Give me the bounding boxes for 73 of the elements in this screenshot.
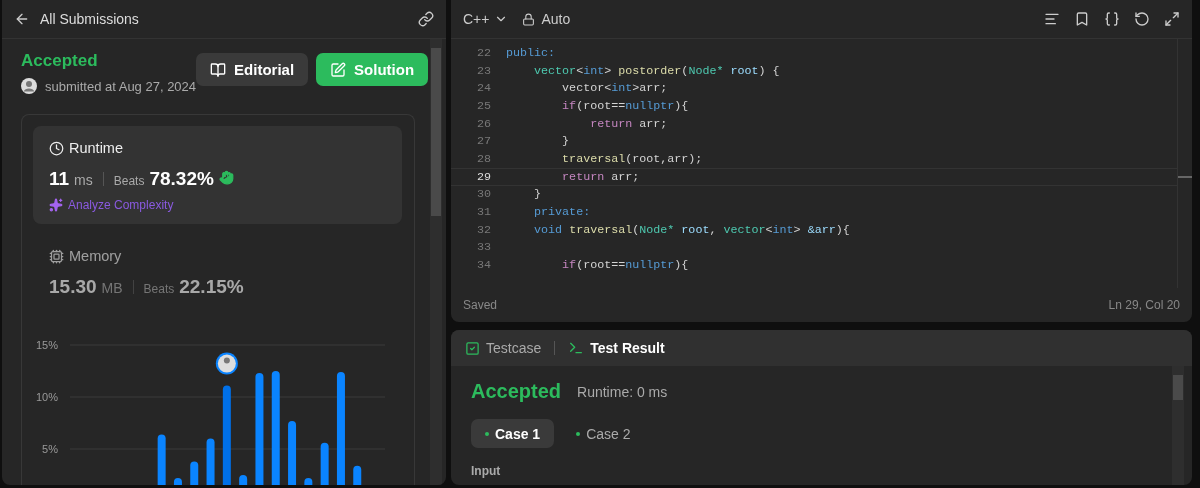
avatar bbox=[21, 78, 37, 94]
code-line: vector<int>arr; bbox=[561, 81, 668, 96]
case-tab[interactable]: Case 1 bbox=[471, 419, 555, 448]
line-number: 23 bbox=[475, 63, 492, 78]
code-line: return arr; bbox=[589, 116, 668, 131]
runtime-text: Runtime: 0 ms bbox=[577, 383, 668, 400]
beats-label: Beats bbox=[143, 282, 175, 296]
back-arrow-icon[interactable] bbox=[14, 11, 30, 27]
clap-icon bbox=[218, 170, 234, 185]
line-number: 30 bbox=[475, 187, 492, 202]
input-label: Input bbox=[471, 464, 502, 478]
submission-status: Accepted bbox=[21, 51, 99, 71]
code-line: } bbox=[533, 187, 542, 202]
code-line: vector<int> postorder(Node* root) { bbox=[533, 63, 780, 78]
code-line: private: bbox=[533, 205, 591, 220]
braces-icon[interactable] bbox=[1104, 11, 1120, 27]
book-icon bbox=[210, 61, 227, 78]
stat-title: Memory bbox=[69, 248, 122, 264]
stat-unit: MB bbox=[101, 280, 123, 296]
terminal-icon bbox=[568, 340, 585, 356]
scrollbar[interactable] bbox=[1172, 366, 1184, 485]
line-number: 32 bbox=[475, 222, 492, 237]
line-number: 29 bbox=[475, 169, 492, 184]
code-line: if(root==nullptr){ bbox=[561, 98, 689, 113]
format-icon[interactable] bbox=[1044, 11, 1060, 27]
editorial-button[interactable]: Editorial bbox=[196, 53, 309, 86]
beats-value: 78.32% bbox=[149, 168, 214, 190]
stat-value: 15.30 bbox=[49, 276, 97, 298]
clock-icon bbox=[49, 140, 64, 156]
code-line: if(root==nullptr){ bbox=[561, 258, 689, 273]
lock-icon bbox=[522, 12, 536, 26]
axis-label: 10% bbox=[35, 391, 58, 403]
line-number: 28 bbox=[475, 151, 492, 166]
axis-label: 15% bbox=[35, 339, 58, 351]
line-number: 33 bbox=[475, 240, 492, 255]
console-tab[interactable]: Test Result bbox=[568, 340, 665, 356]
case-tab[interactable]: Case 2 bbox=[562, 419, 645, 448]
language-select[interactable]: C++ bbox=[463, 11, 509, 27]
checkbox-icon bbox=[465, 340, 480, 356]
back-link[interactable]: All Submissions bbox=[40, 11, 408, 27]
line-number: 22 bbox=[475, 45, 492, 60]
submitted-date: submitted at Aug 27, 2024 bbox=[45, 78, 197, 94]
code-line: void traversal(Node* root, vector<int> &arr){ bbox=[533, 222, 850, 237]
cursor-position: Ln 29, Col 20 bbox=[1108, 298, 1180, 312]
stat-title: Runtime bbox=[69, 140, 123, 156]
result-status: Accepted bbox=[471, 380, 562, 403]
avatar-marker bbox=[215, 352, 238, 375]
beats-label: Beats bbox=[113, 174, 145, 188]
reset-icon[interactable] bbox=[1134, 11, 1150, 27]
stat-value: 11 bbox=[49, 168, 70, 190]
line-number: 31 bbox=[475, 205, 492, 220]
line-number: 25 bbox=[475, 98, 492, 113]
sparkles-icon bbox=[49, 198, 63, 212]
console-tab[interactable]: Testcase bbox=[465, 340, 542, 356]
line-number: 24 bbox=[475, 81, 492, 96]
line-number: 27 bbox=[475, 134, 492, 149]
mode-label: Auto bbox=[541, 11, 571, 27]
expand-icon[interactable] bbox=[1164, 11, 1180, 27]
code-line: return arr; bbox=[561, 169, 640, 184]
line-number: 26 bbox=[475, 116, 492, 131]
code-line: traversal(root,arr); bbox=[561, 151, 703, 166]
link-icon[interactable] bbox=[418, 11, 434, 27]
pencil-square-icon bbox=[330, 61, 347, 78]
line-number: 34 bbox=[475, 258, 492, 273]
scrollbar[interactable] bbox=[430, 39, 442, 485]
code-line: } bbox=[561, 134, 570, 149]
code-line: public: bbox=[506, 45, 556, 60]
bookmark-icon[interactable] bbox=[1074, 11, 1090, 27]
save-status: Saved bbox=[463, 298, 498, 312]
stat-unit: ms bbox=[74, 172, 93, 188]
beats-value: 22.15% bbox=[179, 276, 244, 298]
chip-icon bbox=[49, 248, 64, 264]
axis-label: 5% bbox=[42, 443, 58, 455]
